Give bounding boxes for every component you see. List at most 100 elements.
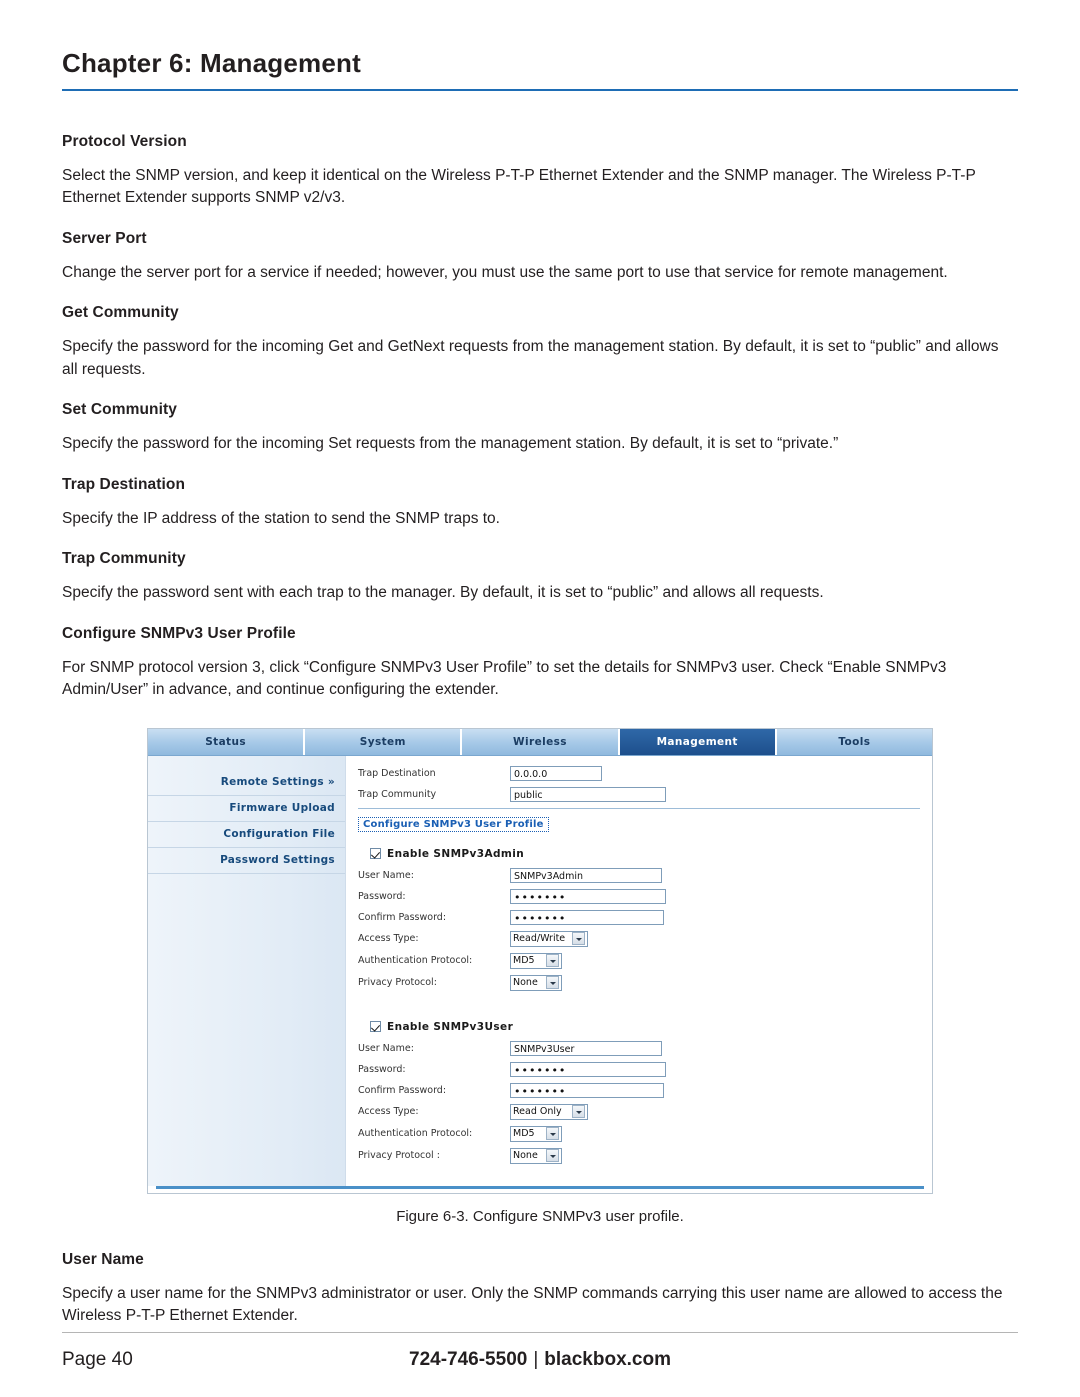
figure-caption: Figure 6-3. Configure SNMPv3 user profil… (396, 1207, 684, 1225)
enable-snmpv3user-label: Enable SNMPv3User (387, 1020, 514, 1033)
section-body-user-name: Specify a user name for the SNMPv3 admin… (62, 1284, 1003, 1325)
user-privacy-protocol-label: Privacy Protocol : (358, 1150, 440, 1162)
chevron-down-icon[interactable] (546, 976, 559, 990)
user-row-access-type: Access Type: Read Only (358, 1103, 920, 1120)
section-body-server-port: Change the server port for a service if … (62, 263, 948, 281)
chevron-down-icon[interactable] (546, 954, 559, 968)
admin-body: Remote Settings » Firmware Upload Config… (148, 755, 932, 1186)
user-privacy-protocol-select[interactable]: None (510, 1147, 562, 1164)
footer-divider (62, 1332, 1018, 1333)
footer-row: Page 40 724-746-5500|blackbox.com Page 4… (62, 1349, 1018, 1371)
sidebar-item-configuration-file[interactable]: Configuration File (148, 822, 345, 848)
user-privacy-protocol-value: None (513, 1149, 538, 1161)
user-access-type-select[interactable]: Read Only (510, 1103, 588, 1120)
trap-destination-input[interactable]: 0.0.0.0 (510, 765, 602, 781)
admin-sidebar: Remote Settings » Firmware Upload Config… (148, 755, 346, 1186)
footer-contact: 724-746-5500 | blackbox.com (133, 1349, 947, 1371)
enable-snmpv3admin-label: Enable SNMPv3Admin (387, 847, 525, 860)
tab-tools[interactable]: Tools (777, 729, 932, 755)
field-row-trap-destination: Trap Destination 0.0.0.0 (358, 765, 920, 781)
admin-auth-protocol-value: MD5 (513, 954, 535, 966)
admin-content: Trap Destination 0.0.0.0 Trap Community … (346, 756, 932, 1186)
chevron-down-icon[interactable] (546, 1127, 559, 1141)
user-auth-protocol-select[interactable]: MD5 (510, 1125, 562, 1142)
section-heading-get-community: Get Community (62, 304, 179, 322)
section-body-protocol-version: Select the SNMP version, and keep it ide… (62, 167, 976, 207)
section-heading-set-community: Set Community (62, 401, 177, 419)
sidebar-item-password-settings[interactable]: Password Settings (148, 848, 345, 874)
footer-phone: 724-746-5500 (409, 1349, 528, 1370)
admin-auth-protocol-select[interactable]: MD5 (510, 952, 562, 969)
user-row-username: User Name: SNMPv3User (358, 1040, 920, 1056)
admin-confirm-password-label: Confirm Password: (358, 911, 447, 923)
field-row-trap-community: Trap Community public (358, 786, 920, 802)
page-number: Page 40 (62, 1349, 133, 1370)
admin-row-auth-protocol: Authentication Protocol: MD5 (358, 952, 920, 969)
checkbox-checked-icon[interactable] (370, 848, 381, 860)
admin-row-username: User Name: SNMPv3Admin (358, 867, 920, 883)
section-body-get-community: Specify the password for the incoming Ge… (62, 338, 999, 378)
admin-access-type-value: Read/Write (513, 932, 566, 944)
footer-separator: | (533, 1349, 539, 1370)
section-body-set-community: Specify the password for the incoming Se… (62, 435, 839, 453)
page-footer: Page 40 724-746-5500|blackbox.com Page 4… (62, 1332, 1018, 1371)
trap-community-input[interactable]: public (510, 786, 666, 802)
section-heading-trap-destination: Trap Destination (62, 475, 186, 493)
sidebar-item-remote-settings[interactable]: Remote Settings » (148, 770, 345, 796)
user-auth-protocol-label: Authentication Protocol: (358, 1128, 473, 1140)
admin-confirm-password-input[interactable]: ••••••• (510, 909, 664, 925)
user-access-type-value: Read Only (513, 1105, 562, 1117)
configure-snmpv3-user-profile-link[interactable]: Configure SNMPv3 User Profile (358, 816, 549, 832)
admin-row-access-type: Access Type: Read/Write (358, 930, 920, 947)
enable-snmpv3user-row[interactable]: Enable SNMPv3User (370, 1021, 920, 1033)
figure-container: Status System Wireless Management Tools … (62, 727, 1018, 1194)
admin-username-label: User Name: (358, 869, 414, 881)
checkbox-checked-icon[interactable] (370, 1021, 381, 1033)
chevron-down-icon[interactable] (572, 1105, 585, 1119)
page-title: Chapter 6: Management (62, 48, 361, 78)
trap-destination-label: Trap Destination (358, 767, 436, 779)
user-username-label: User Name: (358, 1042, 414, 1054)
section-heading-user-name: User Name (62, 1250, 144, 1268)
user-access-type-label: Access Type: (358, 1106, 419, 1118)
admin-row-confirm-password: Confirm Password: ••••••• (358, 909, 920, 925)
section-body-trap-destination: Specify the IP address of the station to… (62, 509, 500, 527)
admin-row-password: Password: ••••••• (358, 888, 920, 904)
admin-username-input[interactable]: SNMPv3Admin (510, 867, 662, 883)
user-username-input[interactable]: SNMPv3User (510, 1040, 662, 1056)
trap-community-label: Trap Community (358, 788, 437, 800)
section-heading-server-port: Server Port (62, 229, 147, 247)
admin-footer-bar (156, 1185, 924, 1189)
enable-snmpv3admin-row[interactable]: Enable SNMPv3Admin (370, 848, 920, 860)
sidebar-item-firmware-upload[interactable]: Firmware Upload (148, 796, 345, 822)
chevron-down-icon[interactable] (572, 932, 585, 946)
admin-privacy-protocol-value: None (513, 976, 538, 988)
user-row-password: Password: ••••••• (358, 1061, 920, 1077)
tab-status[interactable]: Status (148, 728, 306, 755)
user-confirm-password-label: Confirm Password: (358, 1084, 447, 1096)
section-heading-protocol-version: Protocol Version (62, 133, 187, 150)
admin-access-type-label: Access Type: (358, 933, 419, 945)
chevron-down-icon[interactable] (546, 1149, 559, 1163)
content-divider (358, 807, 920, 809)
user-password-input[interactable]: ••••••• (510, 1061, 666, 1077)
admin-auth-protocol-label: Authentication Protocol: (358, 955, 473, 967)
tab-management[interactable]: Management (619, 728, 777, 755)
footer-website: blackbox.com (544, 1349, 671, 1370)
user-confirm-password-input[interactable]: ••••••• (510, 1082, 664, 1098)
admin-row-privacy-protocol: Privacy Protocol: None (358, 974, 920, 991)
admin-privacy-protocol-select[interactable]: None (510, 974, 562, 991)
router-admin-screenshot: Status System Wireless Management Tools … (147, 727, 933, 1194)
tab-wireless[interactable]: Wireless (462, 728, 620, 755)
user-row-confirm-password: Confirm Password: ••••••• (358, 1082, 920, 1098)
user-row-privacy-protocol: Privacy Protocol : None (358, 1147, 920, 1164)
admin-password-input[interactable]: ••••••• (510, 888, 666, 904)
admin-access-type-select[interactable]: Read/Write (510, 930, 588, 947)
header-divider (62, 89, 1018, 91)
section-heading-trap-community: Trap Community (62, 550, 186, 568)
nav-tabbar: Status System Wireless Management Tools (148, 728, 932, 756)
section-body-configure-snmpv3-user-profile: For SNMP protocol version 3, click “Conf… (62, 658, 947, 699)
tab-system[interactable]: System (305, 728, 463, 755)
admin-privacy-protocol-label: Privacy Protocol: (358, 977, 437, 989)
